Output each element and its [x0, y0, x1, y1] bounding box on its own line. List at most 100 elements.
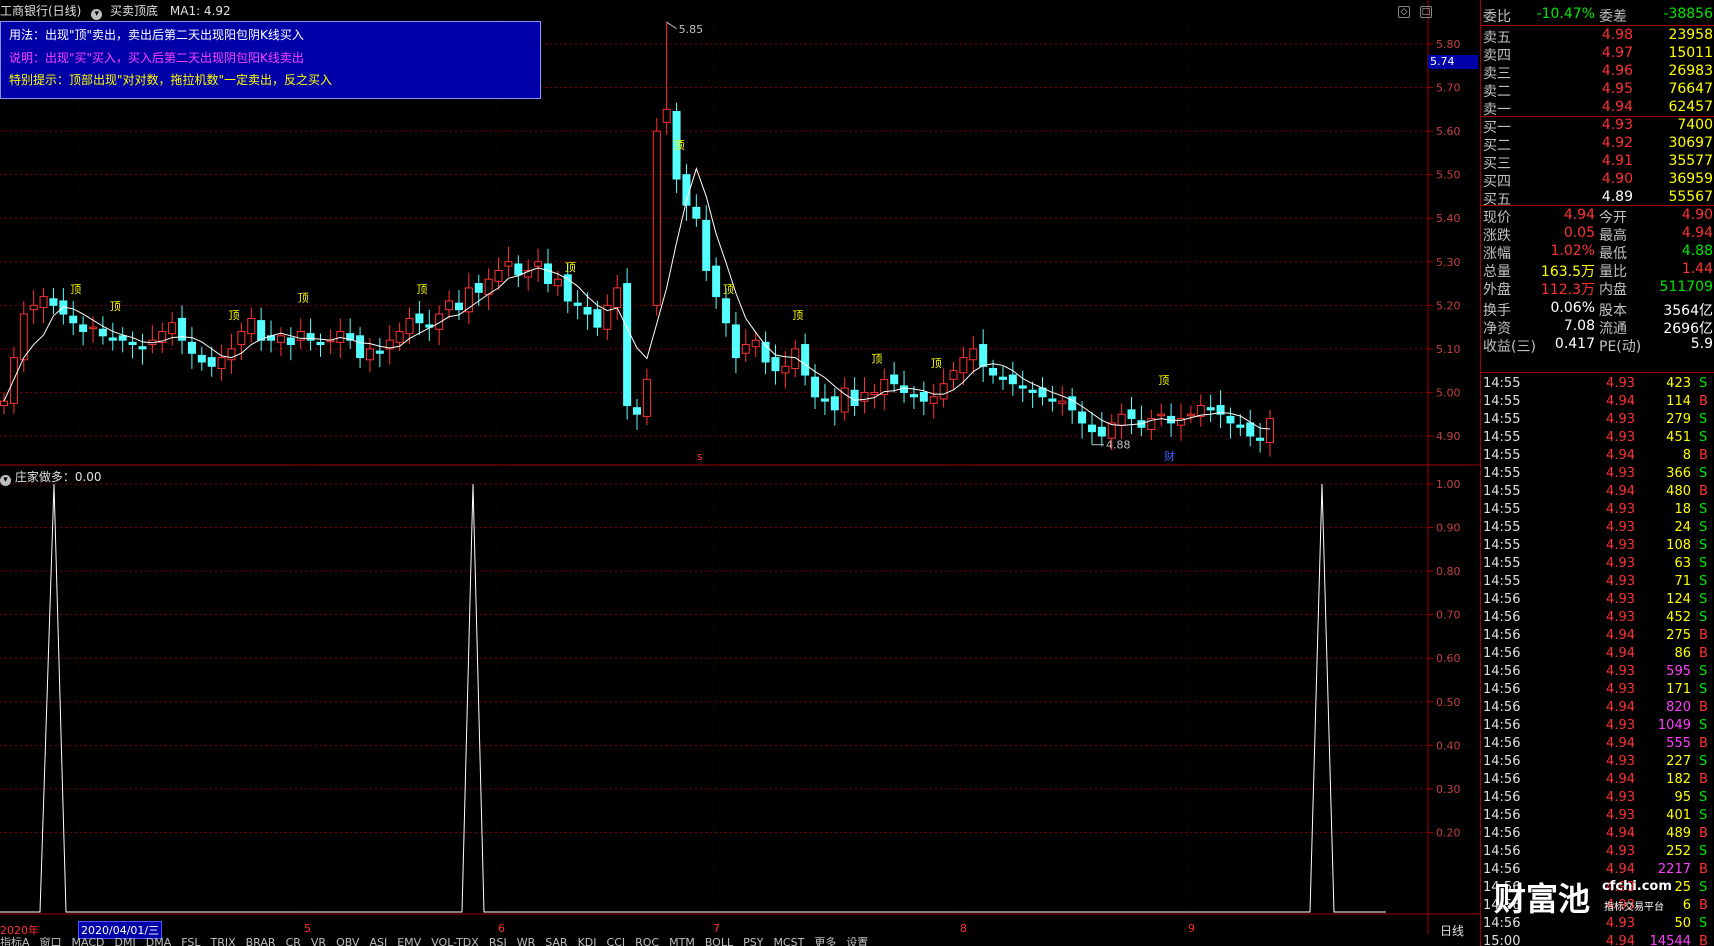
- indicator-tab[interactable]: CCI: [607, 936, 626, 946]
- tick-volume: 8: [1682, 448, 1691, 463]
- stat-value: 2696亿: [1663, 321, 1713, 337]
- indicator-tab[interactable]: EMV: [397, 936, 421, 946]
- indicator-tab[interactable]: DMA: [146, 936, 172, 946]
- price-tick-label: 5.10: [1436, 343, 1461, 356]
- indicator-tab[interactable]: BRAR: [246, 936, 276, 946]
- sub-settings-icon[interactable]: ▾: [0, 475, 11, 486]
- candle-body: [1028, 389, 1037, 393]
- candle-body: [989, 367, 998, 376]
- ask-row-3-volume: 26983: [1668, 63, 1713, 79]
- indicator-tab[interactable]: ASI: [369, 936, 387, 946]
- ask-row-2[interactable]: 卖二 4.95 76647: [1481, 81, 1714, 100]
- ma-label: MA1: 4.92: [169, 4, 231, 18]
- tick-price: 4.94: [1606, 862, 1635, 877]
- weicha-label: 委差: [1599, 9, 1627, 25]
- weibi-value: -10.47%: [1536, 6, 1595, 22]
- ask-row-3[interactable]: 卖三 4.96 26983: [1481, 63, 1714, 82]
- ask-row-4[interactable]: 卖四 4.97 15011: [1481, 45, 1714, 64]
- sub-tick-label: 1.00: [1436, 478, 1461, 491]
- tick-side: S: [1699, 808, 1708, 823]
- candle-body: [69, 315, 78, 324]
- indicator-tab[interactable]: TRIX: [210, 936, 235, 946]
- tick-time: 14:55: [1483, 556, 1521, 571]
- indicator-tab[interactable]: 窗口: [40, 936, 62, 946]
- indicator-tab[interactable]: ROC: [635, 936, 659, 946]
- candle-body: [929, 396, 938, 404]
- indicator-tab[interactable]: KDJ: [578, 936, 597, 946]
- sub-chart-title-text: 庄家做多：0.00: [14, 470, 102, 484]
- tick-volume: 124: [1666, 592, 1691, 607]
- indicator-tab[interactable]: WR: [517, 936, 536, 946]
- sub-chart-title[interactable]: ▾ 庄家做多：0.00: [0, 468, 102, 486]
- info-line-tip: 特别提示：顶部出现"对对数，拖拉机数"一定卖出，反之买入: [9, 73, 333, 87]
- kline-chart[interactable]: 5.80 5.70 5.60 5.50 5.40 5.30 5.20 5.10 5.00 4.90…: [0, 0, 1480, 946]
- tick-time: 14:56: [1483, 772, 1521, 787]
- indicator-tab[interactable]: MACD: [72, 936, 105, 946]
- tick-time: 14:56: [1483, 736, 1521, 751]
- tick-volume: 71: [1674, 574, 1691, 589]
- tick-side: S: [1699, 556, 1708, 571]
- tick-time: 14:56: [1483, 646, 1521, 661]
- indicator-tab[interactable]: RSI: [489, 936, 507, 946]
- candle-body: [662, 108, 671, 123]
- ask-row-5-volume: 23958: [1668, 27, 1713, 43]
- tick-row: 14:55 4.94 8 B: [1481, 448, 1714, 466]
- stat-label: 内盘: [1599, 282, 1627, 298]
- indicator-tab[interactable]: 设置: [846, 936, 868, 946]
- tick-time: 14:55: [1483, 502, 1521, 517]
- indicator-tab[interactable]: PSY: [743, 936, 763, 946]
- indicator-tab[interactable]: CR: [286, 936, 301, 946]
- tick-row: 14:56 4.93 171 S: [1481, 682, 1714, 700]
- tick-side: B: [1699, 862, 1708, 877]
- diamond-icon[interactable]: ◇: [1398, 6, 1410, 18]
- stock-title[interactable]: 工商银行(日线): [0, 4, 81, 18]
- tick-side: S: [1699, 880, 1708, 895]
- candle-body: [1008, 374, 1017, 385]
- sub-tick-label: 0.20: [1436, 826, 1461, 839]
- tick-volume: 14544: [1649, 934, 1691, 946]
- sub-tick-label: 0.90: [1436, 522, 1461, 535]
- candle-body: [494, 269, 503, 282]
- tick-side: B: [1699, 934, 1708, 946]
- tick-side: B: [1699, 448, 1708, 463]
- indicator-tab[interactable]: VR: [311, 936, 326, 946]
- indicator-tab[interactable]: VOL-TDX: [431, 936, 479, 946]
- bid-row-1[interactable]: 买一 4.93 7400: [1481, 117, 1714, 136]
- candle-body: [820, 398, 829, 402]
- indicator-tab[interactable]: 指标A: [0, 936, 30, 946]
- bid-row-4-price: 4.90: [1601, 171, 1633, 187]
- bid-row-5-label: 买五: [1483, 192, 1511, 208]
- tick-price: 4.94: [1606, 700, 1635, 715]
- indicator-tab[interactable]: MTM: [669, 936, 695, 946]
- indicator-tab[interactable]: SAR: [545, 936, 567, 946]
- ask-row-1-volume: 62457: [1668, 99, 1713, 115]
- indicator-tab[interactable]: MCST: [773, 936, 804, 946]
- indicator-tab[interactable]: DMI: [115, 936, 136, 946]
- period-label[interactable]: 日线: [1440, 922, 1464, 939]
- zhuangjia-line: [0, 483, 1386, 913]
- tick-row: 14:56 4.93 252 S: [1481, 844, 1714, 862]
- bid-row-2[interactable]: 买二 4.92 30697: [1481, 135, 1714, 154]
- tick-price: 4.94: [1606, 934, 1635, 946]
- candle-body: [652, 130, 661, 306]
- ask-row-5[interactable]: 卖五 4.98 23958: [1481, 27, 1714, 46]
- tick-price: 4.93: [1606, 376, 1635, 391]
- chart-area[interactable]: 5.80 5.70 5.60 5.50 5.40 5.30 5.20 5.10 5.00 4.90…: [0, 0, 1480, 946]
- candle-body: [395, 330, 404, 343]
- candle-body: [949, 370, 958, 380]
- tick-row: 14:55 4.93 279 S: [1481, 412, 1714, 430]
- tick-volume: 24: [1674, 520, 1691, 535]
- restore-icon[interactable]: □: [1419, 6, 1432, 18]
- candle-body: [286, 337, 295, 346]
- indicator-tab[interactable]: BOLL: [705, 936, 733, 946]
- stat-label: 最高: [1599, 228, 1627, 244]
- top-marker: 顶: [110, 300, 121, 313]
- candle-body: [1127, 409, 1136, 420]
- indicator-tab[interactable]: OBV: [336, 936, 359, 946]
- bid-row-4[interactable]: 买四 4.90 36959: [1481, 171, 1714, 190]
- indicator-tab[interactable]: FSL: [181, 936, 200, 946]
- bid-row-3[interactable]: 买三 4.91 35577: [1481, 153, 1714, 172]
- indicator-tab[interactable]: 更多: [814, 936, 836, 946]
- indicator-name[interactable]: 买卖顶底: [110, 4, 158, 18]
- candle-body: [118, 335, 127, 341]
